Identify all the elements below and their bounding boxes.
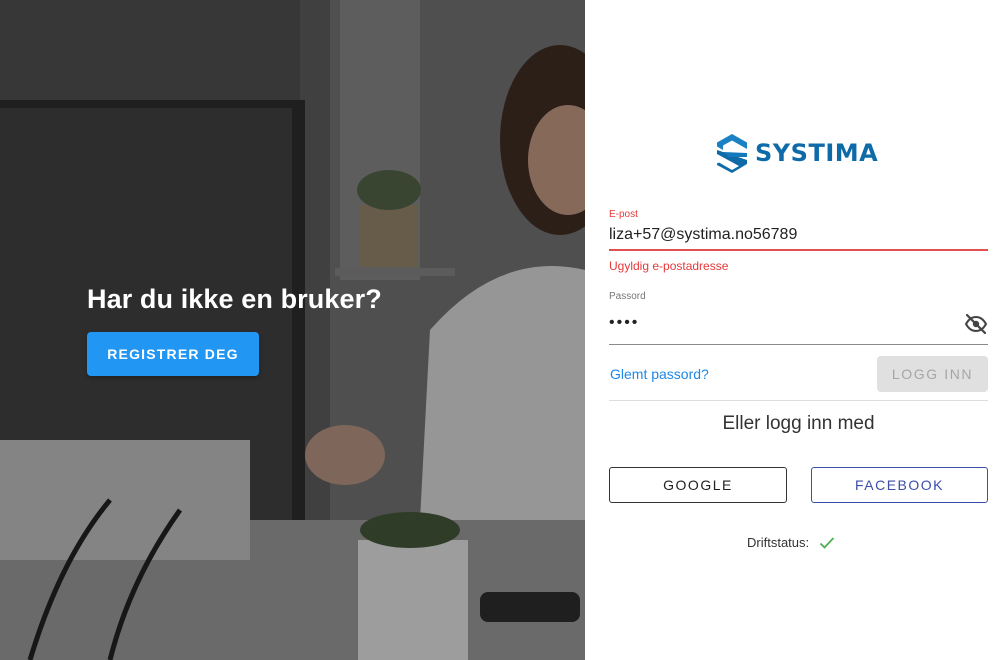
service-status: Driftstatus: bbox=[747, 535, 835, 550]
email-error-message: Ugyldig e-postadresse bbox=[609, 259, 729, 273]
password-row bbox=[609, 308, 988, 345]
hero-overlay bbox=[0, 0, 585, 660]
email-label: E-post bbox=[609, 209, 638, 220]
facebook-login-button[interactable]: FACEBOOK bbox=[811, 467, 988, 503]
systima-logo-icon bbox=[717, 134, 747, 173]
hero-panel: Har du ikke en bruker? REGISTRER DEG bbox=[0, 0, 585, 660]
divider bbox=[609, 400, 988, 401]
forgot-password-link[interactable]: Glemt passord? bbox=[610, 366, 709, 382]
brand-logo: SYSTIMA bbox=[715, 133, 878, 173]
google-login-button[interactable]: GOOGLE bbox=[609, 467, 787, 503]
brand-name: SYSTIMA bbox=[755, 139, 879, 167]
hero-title: Har du ikke en bruker? bbox=[87, 284, 382, 314]
email-field[interactable] bbox=[609, 226, 988, 251]
login-button[interactable]: LOGG INN bbox=[877, 356, 988, 392]
password-form-field: Passord bbox=[609, 291, 988, 345]
password-field[interactable] bbox=[609, 314, 929, 332]
alternative-login-heading: Eller logg inn med bbox=[722, 413, 875, 434]
check-icon bbox=[819, 536, 835, 549]
eye-off-icon[interactable] bbox=[964, 312, 988, 336]
email-form-field: E-post Ugyldig e-postadresse bbox=[609, 209, 988, 273]
register-button[interactable]: REGISTRER DEG bbox=[87, 332, 259, 376]
login-panel: SYSTIMA E-post Ugyldig e-postadresse Pas… bbox=[585, 0, 1000, 660]
service-status-label: Driftstatus: bbox=[747, 535, 810, 550]
password-label: Passord bbox=[609, 291, 646, 302]
